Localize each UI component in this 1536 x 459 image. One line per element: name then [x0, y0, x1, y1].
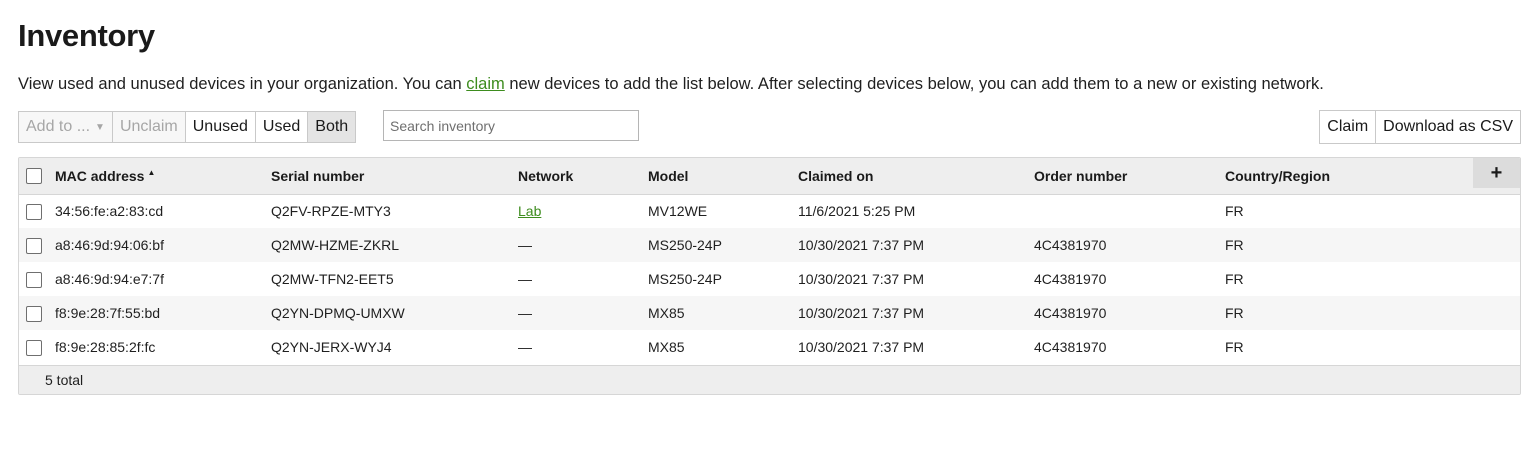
claim-link[interactable]: claim — [466, 75, 505, 93]
cell-country: FR — [1225, 237, 1244, 253]
row-checkbox-cell — [19, 296, 55, 330]
column-header-mac-label: MAC address — [55, 167, 145, 184]
table-row[interactable]: f8:9e:28:85:2f:fc Q2YN-JERX-WYJ4 — MX85 10/3… — [19, 330, 1520, 364]
add-to-dropdown[interactable]: Add to ... ▼ — [18, 111, 113, 143]
cell-network: — — [518, 305, 532, 321]
claim-button[interactable]: Claim — [1319, 110, 1377, 144]
right-toolbar: Claim Download as CSV — [1319, 110, 1521, 144]
table-body: 34:56:fe:a2:83:cd Q2FV-RPZE-MTY3 Lab MV12WE… — [19, 194, 1520, 364]
download-csv-button[interactable]: Download as CSV — [1375, 110, 1521, 144]
row-checkbox-cell — [19, 194, 55, 228]
cell-country: FR — [1225, 305, 1244, 321]
filter-unused-button[interactable]: Unused — [184, 111, 256, 143]
cell-model: MS250-24P — [648, 271, 722, 287]
cell-order-number — [1034, 194, 1225, 228]
column-header-serial[interactable]: Serial number — [271, 158, 518, 194]
search-input[interactable] — [383, 110, 639, 141]
table-row[interactable]: f8:9e:28:7f:55:bd Q2YN-DPMQ-UMXW — MX85 10/3… — [19, 296, 1520, 330]
table-header-row: MAC address ▲ Serial number Network Model… — [19, 158, 1520, 194]
cell-order-number: 4C4381970 — [1034, 237, 1107, 253]
description-text-after: new devices to add the list below. After… — [504, 75, 1324, 93]
row-checkbox[interactable] — [26, 237, 42, 254]
cell-serial: Q2YN-JERX-WYJ4 — [271, 339, 392, 355]
select-all-checkbox[interactable] — [26, 168, 42, 185]
row-checkbox[interactable] — [26, 271, 42, 288]
table-row[interactable]: a8:46:9d:94:06:bf Q2MW-HZME-ZKRL — MS250-24… — [19, 228, 1520, 262]
cell-claimed-on: 10/30/2021 7:37 PM — [798, 339, 925, 355]
total-count: 5 total — [45, 372, 84, 388]
inventory-table: MAC address ▲ Serial number Network Model… — [18, 157, 1521, 395]
filter-both-button[interactable]: Both — [307, 111, 357, 143]
cell-mac: a8:46:9d:94:06:bf — [55, 237, 164, 253]
cell-model: MX85 — [648, 339, 685, 355]
cell-network: — — [518, 237, 532, 253]
cell-network: — — [518, 339, 532, 355]
cell-claimed-on: 10/30/2021 7:37 PM — [798, 237, 925, 253]
cell-network: Lab — [518, 194, 648, 228]
column-header-model[interactable]: Model — [648, 158, 798, 194]
cell-model: MS250-24P — [648, 237, 722, 253]
network-link[interactable]: Lab — [518, 203, 541, 219]
chevron-down-icon: ▼ — [95, 121, 105, 133]
filter-used-button[interactable]: Used — [254, 111, 309, 143]
page-description: View used and unused devices in your org… — [18, 75, 1324, 94]
inventory-page: Inventory View used and unused devices i… — [0, 0, 1536, 459]
row-checkbox[interactable] — [26, 305, 42, 322]
page-title: Inventory — [18, 18, 155, 53]
table-row[interactable]: a8:46:9d:94:e7:7f Q2MW-TFN2-EET5 — MS250-24… — [19, 262, 1520, 296]
cell-country: FR — [1225, 203, 1244, 220]
add-to-label: Add to ... — [26, 118, 91, 135]
table-row[interactable]: 34:56:fe:a2:83:cd Q2FV-RPZE-MTY3 Lab MV12WE… — [19, 194, 1520, 228]
column-header-mac[interactable]: MAC address ▲ — [55, 158, 271, 194]
cell-claimed-on: 10/30/2021 7:37 PM — [798, 271, 925, 287]
cell-order-number: 4C4381970 — [1034, 305, 1107, 321]
cell-country: FR — [1225, 271, 1244, 287]
cell-serial: Q2MW-HZME-ZKRL — [271, 237, 400, 253]
column-header-claimed-on[interactable]: Claimed on — [798, 158, 1034, 194]
cell-serial: Q2MW-TFN2-EET5 — [271, 271, 394, 287]
cell-order-number: 4C4381970 — [1034, 271, 1107, 287]
header-checkbox-cell — [19, 158, 55, 194]
description-text-before: View used and unused devices in your org… — [18, 75, 467, 93]
add-column-button[interactable]: + — [1473, 158, 1520, 188]
unclaim-button[interactable]: Unclaim — [111, 111, 186, 143]
cell-serial: Q2YN-DPMQ-UMXW — [271, 305, 405, 321]
cell-claimed-on: 11/6/2021 5:25 PM — [798, 203, 916, 220]
cell-mac: f8:9e:28:7f:55:bd — [55, 305, 161, 321]
row-checkbox[interactable] — [26, 203, 42, 220]
cell-claimed-on: 10/30/2021 7:37 PM — [798, 305, 925, 321]
cell-mac: 34:56:fe:a2:83:cd — [55, 203, 164, 220]
table-footer: 5 total — [19, 365, 1520, 394]
cell-network: — — [518, 271, 532, 287]
cell-model: MV12WE — [648, 203, 708, 220]
row-checkbox-cell — [19, 330, 55, 364]
cell-mac: f8:9e:28:85:2f:fc — [55, 339, 156, 355]
column-header-network[interactable]: Network — [518, 158, 648, 194]
row-checkbox-cell — [19, 228, 55, 262]
cell-serial: Q2FV-RPZE-MTY3 — [271, 203, 391, 220]
sort-ascending-icon: ▲ — [147, 167, 156, 177]
cell-order-number: 4C4381970 — [1034, 339, 1107, 355]
inventory-toolbar: Add to ... ▼ Unclaim Unused Used Both — [18, 111, 357, 143]
column-header-order-number[interactable]: Order number — [1034, 158, 1225, 194]
row-checkbox-cell — [19, 262, 55, 296]
cell-model: MX85 — [648, 305, 685, 321]
cell-country: FR — [1225, 339, 1244, 355]
cell-mac: a8:46:9d:94:e7:7f — [55, 271, 164, 287]
row-checkbox[interactable] — [26, 339, 42, 356]
